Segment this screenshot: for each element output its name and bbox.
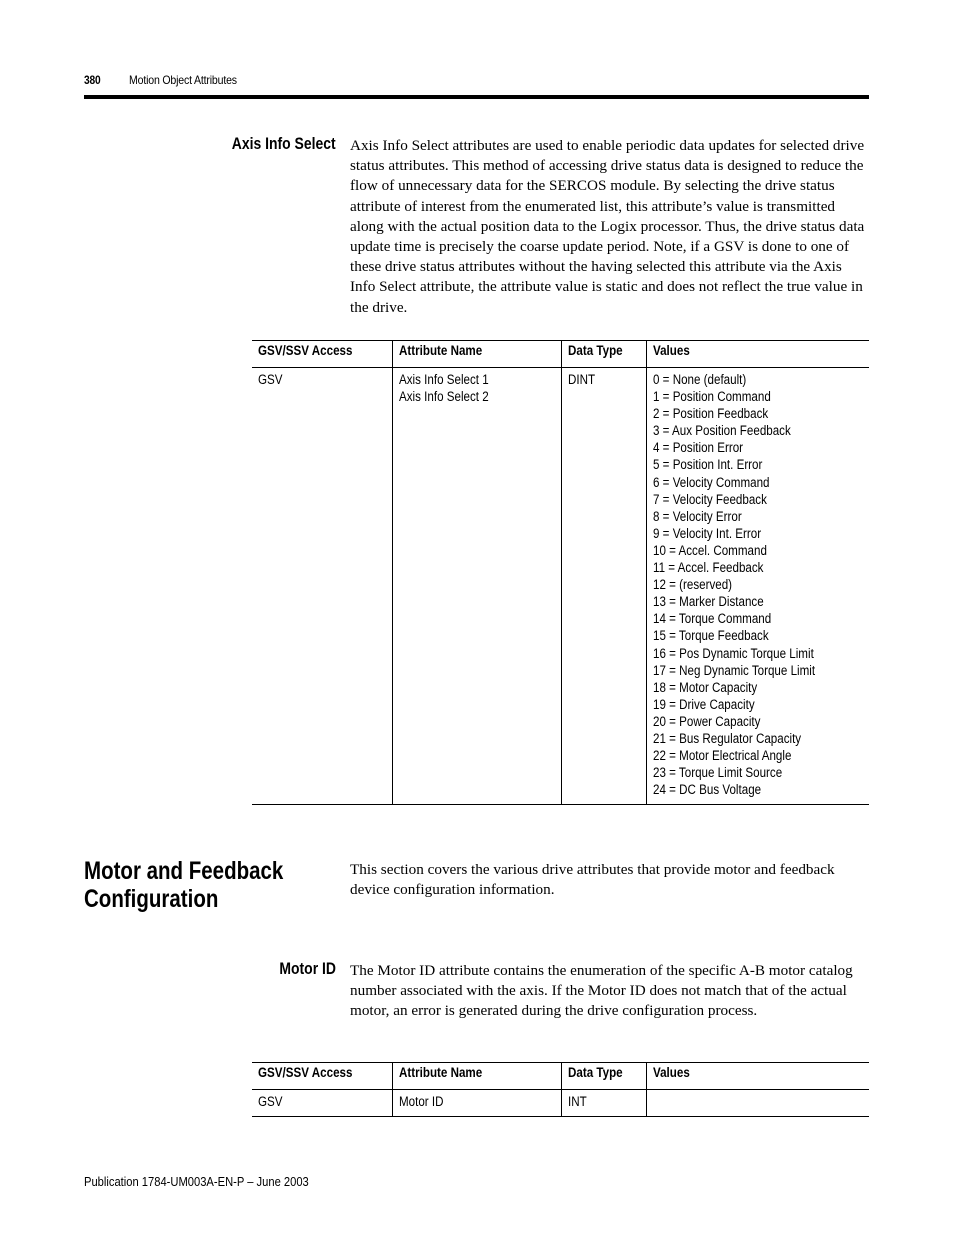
value-item: 20 = Power Capacity <box>653 713 761 729</box>
value-item: 5 = Position Int. Error <box>653 457 763 473</box>
value-item: 11 = Accel. Feedback <box>653 560 764 576</box>
value-item: 15 = Torque Feedback <box>653 628 769 644</box>
motor-feedback-heading: Motor and Feedback Configuration <box>84 857 284 913</box>
value-item: 8 = Velocity Error <box>653 508 742 524</box>
header-rule <box>84 95 869 99</box>
table-header-row: GSV/SSV Access Attribute Name Data Type … <box>252 1062 869 1090</box>
col-header-access: GSV/SSV Access <box>252 340 393 368</box>
value-item: 16 = Pos Dynamic Torque Limit <box>653 645 814 661</box>
cell-attribute-name: Motor ID <box>392 1089 562 1118</box>
value-item: 3 = Aux Position Feedback <box>653 423 791 439</box>
col-header-attribute-name: Attribute Name <box>392 340 562 368</box>
value-item: 2 = Position Feedback <box>653 406 769 422</box>
motor-id-body: The Motor ID attribute contains the enum… <box>350 962 853 1020</box>
axis-info-select-table: GSV/SSV Access Attribute Name Data Type … <box>252 340 869 806</box>
cell-data-type: INT <box>561 1089 647 1118</box>
value-item: 6 = Velocity Command <box>653 474 770 490</box>
value-item: 21 = Bus Regulator Capacity <box>653 730 802 746</box>
motor-feedback-body: This section covers the various drive at… <box>350 861 835 899</box>
value-item: 23 = Torque Limit Source <box>653 765 783 781</box>
cell-attribute-name: Axis Info Select 1 Axis Info Select 2 <box>392 367 562 806</box>
cell-values: 0 = None (default) 1 = Position Command 2 … <box>646 367 869 806</box>
value-item: 13 = Marker Distance <box>653 594 764 610</box>
motor-id-heading: Motor ID <box>279 959 336 978</box>
motor-id-table: GSV/SSV Access Attribute Name Data Type … <box>252 1062 869 1118</box>
value-item: 4 = Position Error <box>653 440 744 456</box>
running-header: 380 Motion Object Attributes <box>84 73 251 87</box>
col-header-data-type: Data Type <box>561 340 647 368</box>
value-item: 1 = Position Command <box>653 389 771 405</box>
value-item: 22 = Motor Electrical Angle <box>653 748 792 764</box>
value-item: 12 = (reserved) <box>653 577 733 593</box>
value-item: 17 = Neg Dynamic Torque Limit <box>653 662 816 678</box>
col-header-data-type: Data Type <box>561 1062 647 1090</box>
table-header-row: GSV/SSV Access Attribute Name Data Type … <box>252 340 869 368</box>
table-row: GSV Motor ID INT <box>252 1089 869 1118</box>
col-header-attribute-name: Attribute Name <box>392 1062 562 1090</box>
table-row: GSV Axis Info Select 1 Axis Info Select … <box>252 367 869 806</box>
value-item: 7 = Velocity Feedback <box>653 491 767 507</box>
axis-info-select-heading: Axis Info Select <box>232 134 336 153</box>
value-item: 10 = Accel. Command <box>653 542 767 558</box>
col-header-access: GSV/SSV Access <box>252 1062 393 1090</box>
cell-values <box>646 1089 869 1118</box>
running-title: Motion Object Attributes <box>128 73 237 87</box>
cell-access: GSV <box>252 1089 393 1118</box>
axis-info-select-body: Axis Info Select attributes are used to … <box>350 137 865 316</box>
cell-data-type: DINT <box>561 367 647 806</box>
col-header-values: Values <box>646 340 869 368</box>
value-item: 18 = Motor Capacity <box>653 679 758 695</box>
cell-access: GSV <box>252 367 393 806</box>
publication-footer: Publication 1784-UM003A-EN-P – June 2003 <box>84 1174 309 1189</box>
value-item: 0 = None (default) <box>653 372 747 387</box>
page-number: 380 <box>84 73 101 87</box>
col-header-values: Values <box>646 1062 869 1090</box>
value-item: 19 = Drive Capacity <box>653 696 755 712</box>
value-item: 9 = Velocity Int. Error <box>653 525 762 541</box>
value-item: 24 = DC Bus Voltage <box>653 782 762 798</box>
value-item: 14 = Torque Command <box>653 611 772 627</box>
